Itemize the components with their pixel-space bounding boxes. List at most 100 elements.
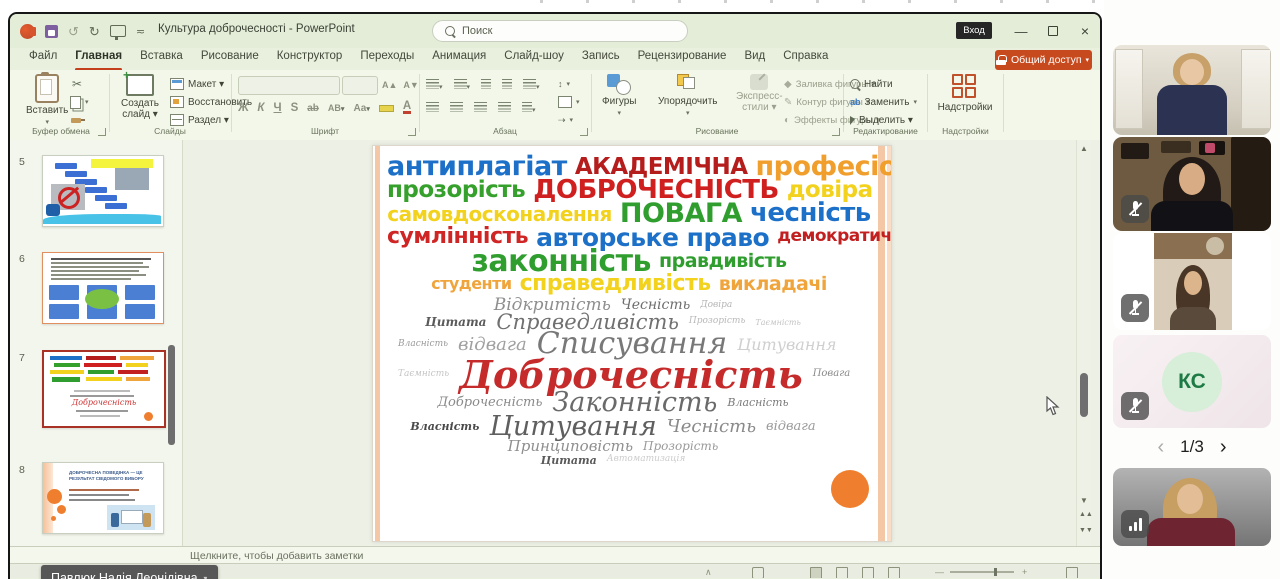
participant-video-3[interactable] (1113, 233, 1271, 330)
bold-button[interactable]: Ж (238, 102, 248, 114)
participant-initials-tile[interactable]: КС (1113, 335, 1271, 428)
grow-font-button[interactable]: А▲ (382, 80, 397, 90)
previous-slide-icon[interactable]: ▲▲ (1079, 512, 1089, 518)
notes-panel[interactable]: Щелкните, чтобы добавить заметки (10, 546, 1100, 564)
layout-button[interactable]: Макет ▾ (170, 76, 224, 92)
increase-indent-button[interactable] (502, 79, 512, 92)
search-icon (445, 26, 455, 36)
ribbon-tab[interactable]: Слайд-шоу (495, 48, 573, 70)
status-comments-icon[interactable] (752, 567, 764, 578)
dialog-launcher-icon[interactable] (408, 128, 416, 136)
ribbon-tab[interactable]: Конструктор (268, 48, 352, 70)
align-right-button[interactable] (474, 102, 487, 115)
italic-button[interactable]: К (257, 102, 264, 114)
minimize-button[interactable]: — (1008, 22, 1034, 40)
shapes-button[interactable]: Фигуры▾ (602, 74, 636, 117)
wordcloud-word: Власність (405, 422, 484, 432)
page-prev-icon[interactable]: ‹ (1158, 436, 1165, 459)
align-text-button[interactable]: ▾ (558, 94, 580, 110)
zoom-in-icon[interactable]: + (1022, 567, 1027, 577)
presenter-name-tag[interactable]: Павлюк Надія Леонідівна ▾ (41, 565, 218, 579)
paste-button[interactable]: Вставить▾ (26, 74, 68, 126)
numbering-button[interactable]: ▾ (454, 79, 471, 92)
dialog-launcher-icon[interactable] (580, 128, 588, 136)
char-spacing-button[interactable]: АВ▾ (328, 103, 345, 113)
bullets-button[interactable]: ▾ (426, 79, 443, 92)
speaking-indicator-icon (1129, 517, 1142, 531)
page-next-icon[interactable]: › (1220, 436, 1227, 459)
find-button[interactable]: Найти (850, 76, 893, 92)
line-spacing-button[interactable]: ▾ (523, 79, 540, 92)
save-icon[interactable] (45, 25, 58, 38)
zoom-out-icon[interactable]: — (935, 567, 944, 577)
font-name-select[interactable] (238, 76, 340, 95)
arrange-button[interactable]: Упорядочить▾ (658, 74, 718, 117)
thumbnail-slide-5[interactable] (42, 155, 164, 227)
start-slideshow-icon[interactable] (110, 25, 126, 37)
search-box[interactable]: Поиск (432, 20, 688, 42)
thumbnail-slide-7-selected[interactable]: Доброчесність (42, 350, 166, 428)
shadow-button[interactable]: S (291, 102, 299, 114)
new-slide-button[interactable]: Создать слайд ▾ (116, 74, 164, 120)
canvas-scrollbar[interactable]: ▲ ▼ ▲▲ ▼▼ (1076, 140, 1091, 546)
view-sorter-icon[interactable] (836, 567, 848, 578)
status-notes-icon[interactable]: ∧ (705, 567, 712, 578)
dialog-launcher-icon[interactable] (98, 128, 106, 136)
replace-button[interactable]: abЗаменить▾ (850, 94, 917, 110)
thumbnail-slide-8[interactable]: ДОБРОЧЕСНА ПОВЕДІНКА — ЦЕ РЕЗУЛЬТАТ СВІД… (42, 462, 164, 534)
fit-slide-icon[interactable] (1066, 567, 1078, 578)
scroll-down-icon[interactable]: ▼ (1080, 496, 1088, 505)
ribbon-tab[interactable]: Переходы (351, 48, 423, 70)
copy-button[interactable]: ▾ (70, 94, 89, 110)
justify-button[interactable] (498, 102, 511, 115)
view-reading-icon[interactable] (862, 567, 874, 578)
highlight-button[interactable] (379, 105, 394, 112)
quick-styles-button[interactable]: Экспресс-стили ▾ (736, 74, 783, 113)
change-case-button[interactable]: Аа▾ (353, 103, 369, 114)
ribbon-tab[interactable]: Вид (735, 48, 774, 70)
text-direction-button[interactable]: ↕▾ (558, 76, 570, 92)
view-normal-icon[interactable] (810, 567, 822, 578)
decrease-indent-button[interactable] (481, 79, 491, 92)
cut-button[interactable]: ✂ (72, 76, 82, 92)
scrollbar-thumb[interactable] (1080, 373, 1088, 417)
thumbnail-scrollbar[interactable] (168, 345, 175, 445)
view-slideshow-icon[interactable] (888, 567, 900, 578)
participant-video-4[interactable] (1113, 468, 1271, 546)
strikethrough-button[interactable]: ab (307, 103, 319, 114)
restore-button[interactable] (1040, 22, 1066, 40)
scroll-up-icon[interactable]: ▲ (1080, 144, 1088, 153)
dialog-launcher-icon[interactable] (832, 128, 840, 136)
wordcloud-word: правдивість (655, 253, 791, 270)
slide-canvas[interactable]: антиплагіатАКАДЕМІЧНАпрофесіоналізм проз… (372, 145, 892, 542)
ribbon-tab[interactable]: Вставка (131, 48, 192, 70)
ribbon-tab[interactable]: Файл (20, 48, 66, 70)
underline-button[interactable]: Ч (273, 102, 281, 114)
undo-icon[interactable]: ↺ (68, 25, 79, 38)
ribbon-tab[interactable]: Справка (774, 48, 837, 70)
participant-video-1[interactable] (1113, 45, 1271, 135)
align-center-button[interactable] (450, 102, 463, 115)
close-button[interactable]: × (1072, 22, 1098, 40)
next-slide-icon[interactable]: ▼▼ (1079, 528, 1089, 534)
redo-icon[interactable]: ↻ (89, 25, 100, 38)
search-placeholder: Поиск (462, 25, 492, 37)
ribbon-tab[interactable]: Главная (66, 48, 131, 70)
font-color-button[interactable]: А (403, 102, 411, 114)
thumbnail-slide-6[interactable] (42, 252, 164, 324)
signin-button[interactable]: Вход (956, 22, 992, 39)
share-button[interactable]: Общий доступ▾ (995, 50, 1092, 70)
ribbon-tab[interactable]: Запись (573, 48, 629, 70)
ribbon-tab[interactable]: Рецензирование (629, 48, 736, 70)
ribbon-tab[interactable]: Рисование (192, 48, 268, 70)
shrink-font-button[interactable]: А▼ (403, 80, 418, 90)
align-left-button[interactable] (426, 102, 439, 115)
font-size-select[interactable] (342, 76, 378, 95)
addins-button[interactable]: Надстройки (940, 74, 990, 113)
customize-toolbar-icon[interactable]: ≂ (136, 25, 145, 38)
participant-video-2[interactable] (1113, 137, 1271, 231)
plus-overlay-icon[interactable]: + (206, 566, 218, 579)
columns-button[interactable]: ▾ (522, 102, 536, 114)
ribbon-tab[interactable]: Анимация (423, 48, 495, 70)
zoom-slider[interactable] (950, 571, 1014, 573)
